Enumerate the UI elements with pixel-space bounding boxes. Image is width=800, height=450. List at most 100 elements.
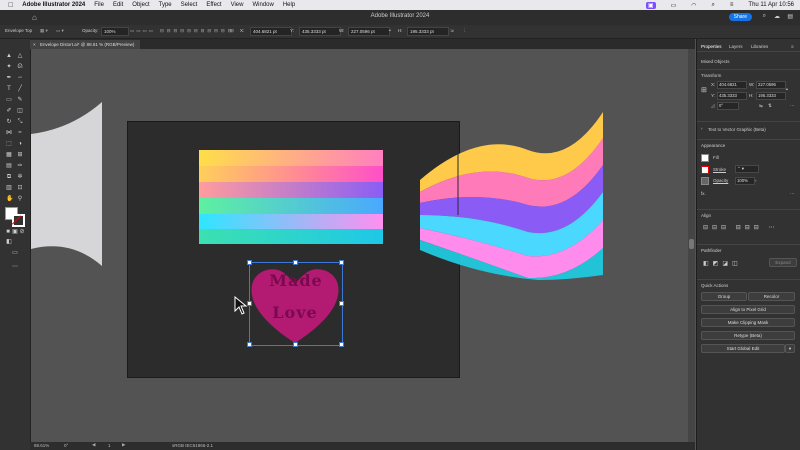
group-button[interactable]: Group	[701, 292, 747, 301]
align-pixel-grid-button[interactable]: Align to Pixel Grid	[701, 305, 795, 314]
opacity-field[interactable]: 100%	[101, 27, 129, 36]
grey-wave-shape[interactable]	[31, 99, 106, 269]
fill-swatch-panel[interactable]	[701, 154, 709, 162]
selection-handle[interactable]	[247, 260, 252, 265]
stroke-label[interactable]: Stroke	[713, 167, 726, 172]
stroke-swatch-panel[interactable]	[701, 166, 709, 174]
rectangle-tool-icon[interactable]: ▭	[6, 97, 12, 103]
warp-tool-icon[interactable]: ≈	[17, 130, 23, 136]
flip-icons[interactable]: ⇋ ⇅	[759, 103, 774, 109]
opacity-panel-field[interactable]: 100%	[735, 177, 755, 185]
scale-tool-icon[interactable]: ⤡	[17, 119, 23, 125]
opacity-panel-label[interactable]: Opacity	[713, 178, 728, 183]
cloud-icon[interactable]: ☁	[774, 13, 780, 20]
selection-handle[interactable]	[339, 260, 344, 265]
rotate-tool-icon[interactable]: ↻	[6, 119, 12, 125]
reference-point-icon[interactable]: ⊞	[230, 28, 234, 34]
h-field[interactable]: 195.3333 pt	[407, 27, 449, 36]
shape-builder-icon[interactable]: ◑	[17, 141, 23, 147]
menu-window[interactable]: Window	[252, 2, 273, 8]
menu-type[interactable]: Type	[159, 2, 172, 8]
transform-y-field[interactable]: 435.3333	[717, 92, 747, 100]
vertical-scrollbar[interactable]	[688, 49, 695, 442]
symbol-sprayer-icon[interactable]: ✲	[17, 174, 23, 180]
prev-artboard-icon[interactable]: ◀	[92, 442, 95, 448]
opacity-chevron-icon[interactable]: ›	[755, 178, 757, 183]
type-tool-icon[interactable]: T	[6, 86, 12, 92]
screen-mode-icon[interactable]: ▭	[12, 250, 18, 256]
arrange-icon[interactable]: ▤	[787, 13, 793, 20]
expand-button[interactable]: Expand	[769, 258, 797, 267]
pen-tool-icon[interactable]: ✒	[6, 75, 12, 81]
menu-select[interactable]: Select	[181, 2, 198, 8]
envelope-options-icons[interactable]: ▭▭▭▭	[130, 28, 155, 34]
search-icon[interactable]: ⌕	[712, 2, 715, 9]
align-icons-row[interactable]: ⊟⊟⊟ ⊟⊟⊟ ⋯	[703, 224, 779, 231]
share-button[interactable]: Share	[728, 13, 752, 21]
selection-handle[interactable]	[339, 301, 344, 306]
hand-tool-icon[interactable]: ✋	[6, 196, 13, 202]
text-to-vector-label[interactable]: Text to Vector Graphic (Beta)	[708, 127, 766, 132]
warped-stripes-flag[interactable]	[418, 110, 608, 280]
gradient-tool-icon[interactable]: ▤	[6, 163, 12, 169]
rotate-view[interactable]: 0°	[64, 443, 68, 448]
selection-bounding-box[interactable]	[249, 262, 343, 346]
selection-handle[interactable]	[339, 342, 344, 347]
battery-icon[interactable]: ▭	[671, 2, 677, 9]
eraser-icon[interactable]: ◫	[17, 108, 23, 114]
shaper-tool-icon[interactable]: ✐	[6, 108, 12, 114]
menu-file[interactable]: File	[94, 2, 104, 8]
artboard-tool-icon[interactable]: ⊡	[17, 185, 23, 191]
perspective-grid-icon[interactable]: ▦	[6, 152, 12, 158]
menu-object[interactable]: Object	[132, 2, 149, 8]
curvature-tool-icon[interactable]: ∽	[17, 75, 23, 81]
blend-tool-icon[interactable]: ⧉	[6, 174, 12, 180]
selection-handle[interactable]	[293, 342, 298, 347]
constrain-proportions-icon[interactable]: ⚭	[785, 87, 789, 93]
expand-chevron-icon[interactable]: ›	[701, 126, 703, 131]
eyedropper-icon[interactable]: ✑	[17, 163, 23, 169]
tab-properties[interactable]: Properties	[701, 44, 722, 49]
transform-h-field[interactable]: 195.3333	[756, 92, 786, 100]
selection-handle[interactable]	[247, 342, 252, 347]
artboard-number[interactable]: 1	[108, 443, 111, 448]
gradient-stripes-rectangle[interactable]	[199, 150, 383, 244]
start-global-edit-button[interactable]: Start Global Edit	[701, 344, 785, 353]
draw-mode-icon[interactable]: ◧	[6, 239, 12, 245]
paintbrush-icon[interactable]: ✎	[17, 97, 23, 103]
scroll-thumb[interactable]	[689, 239, 694, 249]
make-clipping-mask-button[interactable]: Make Clipping Mask	[701, 318, 795, 327]
recolor-button[interactable]: Recolor	[748, 292, 795, 301]
menu-app-name[interactable]: Adobe Illustrator 2024	[22, 2, 85, 8]
width-tool-icon[interactable]: ⋈	[6, 130, 12, 136]
retype-button[interactable]: Retype (Beta)	[701, 331, 795, 340]
rotate-field[interactable]: 0°	[717, 102, 739, 110]
lasso-icon[interactable]: ᘏ	[17, 64, 23, 70]
align-icons[interactable]: ⊟⊟⊟⊟⊟⊟⊟⊟⊟⊟⊟	[160, 28, 234, 34]
screen-record-icon[interactable]: ▣	[645, 1, 656, 9]
selection-tool-icon[interactable]: ▲	[6, 53, 12, 59]
document-tab[interactable]: × Envelope Distort.ai* @ 88.61 % (RGB/Pr…	[30, 40, 141, 49]
pathfinder-icons-row[interactable]: ◧◩◪◫	[703, 260, 742, 267]
panel-menu-icon[interactable]: ≡	[791, 44, 794, 49]
none-mode-icon[interactable]: ⊘	[19, 229, 25, 235]
apple-icon[interactable]: 	[8, 2, 13, 9]
gradient-mode-icon[interactable]: ▣	[12, 229, 18, 235]
free-transform-icon[interactable]: ⬚	[6, 141, 12, 147]
fx-button[interactable]: fx.	[701, 191, 706, 196]
reference-point-icon[interactable]: ⊞	[701, 86, 707, 94]
menu-view[interactable]: View	[231, 2, 244, 8]
zoom-tool-icon[interactable]: ⚲	[17, 196, 23, 202]
menu-edit[interactable]: Edit	[113, 2, 123, 8]
more-appearance-icon[interactable]: ⋯	[790, 191, 795, 197]
menu-help[interactable]: Help	[283, 2, 295, 8]
transform-x-field[interactable]: 404.6821	[717, 81, 747, 89]
transform-icon[interactable]: ⇲	[450, 28, 454, 34]
direct-selection-tool-icon[interactable]: △	[17, 53, 23, 59]
control-center-icon[interactable]: ≡	[730, 2, 734, 8]
menu-effect[interactable]: Effect	[206, 2, 221, 8]
tab-layers[interactable]: Layers	[729, 44, 743, 49]
graph-tool-icon[interactable]: ▥	[6, 185, 12, 191]
more-options-icon[interactable]: ⋮	[462, 28, 467, 34]
more-transform-icon[interactable]: ⋯	[790, 103, 795, 109]
